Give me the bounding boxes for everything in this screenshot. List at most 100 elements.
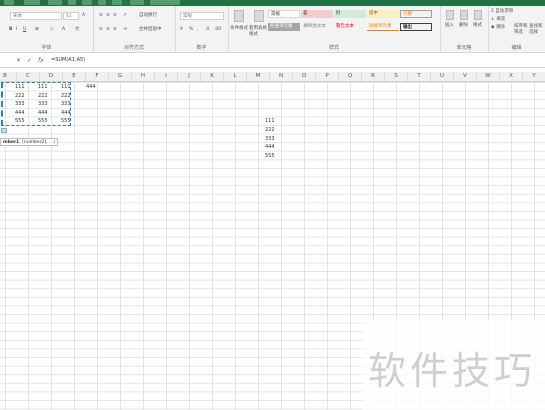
font-color-icon[interactable]: A	[62, 27, 65, 33]
column-header-u[interactable]: U	[431, 72, 454, 81]
formula-input[interactable]: =SUM(A1:A5)	[51, 57, 85, 63]
editing-group: Σ 自动求和 ↓ 填充 ◆ 清除 排序和筛选 查找和选择 编辑	[488, 6, 545, 52]
column-header-m[interactable]: M	[247, 72, 270, 81]
increase-decimal-icon[interactable]: .0	[205, 27, 209, 33]
clear-button[interactable]: ◆ 清除	[491, 25, 505, 31]
cell-m6: 222	[265, 127, 275, 133]
insert-icon	[446, 10, 454, 20]
conditional-format-icon	[234, 10, 244, 22]
alignment-group-label: 对齐方式	[123, 45, 144, 51]
column-header-s[interactable]: S	[385, 72, 408, 81]
column-header-l[interactable]: L	[224, 72, 247, 81]
ribbon: 宋体 11 A B I U ⊞ ◇ A 文 字体 ≡ ≡ ≡ ↗ 自动换行 ≡ …	[0, 6, 545, 53]
style-check[interactable]: 检查单元格	[268, 23, 300, 31]
wrap-text-button[interactable]: 自动换行	[139, 13, 157, 19]
find-select-button[interactable]: 查找和选择	[529, 24, 543, 36]
decrease-decimal-icon[interactable]: .00	[214, 27, 221, 33]
sort-filter-button[interactable]: 排序和筛选	[514, 24, 528, 36]
column-header-v[interactable]: V	[454, 72, 477, 81]
column-header-e[interactable]: E	[63, 72, 86, 81]
format-table-button[interactable]: 套用表格格式	[249, 26, 269, 38]
styles-group-label: 样式	[328, 45, 339, 51]
style-explain[interactable]: 解释性文本	[301, 23, 333, 31]
format-table-icon	[254, 10, 264, 22]
insert-function-icon[interactable]: fx	[38, 57, 44, 64]
font-group-label: 字体	[41, 45, 52, 51]
italic-icon[interactable]: I	[16, 27, 17, 33]
percent-icon[interactable]: %	[189, 27, 193, 33]
column-header-r[interactable]: R	[362, 72, 385, 81]
conditional-format-button[interactable]: 条件格式	[230, 26, 248, 32]
style-normal[interactable]: 常规	[268, 10, 300, 18]
column-header-j[interactable]: J	[178, 72, 201, 81]
align-bottom-icon[interactable]: ≡	[113, 13, 117, 19]
cell-m5: 111	[265, 118, 275, 125]
style-bad[interactable]: 差	[301, 10, 333, 18]
column-header-x[interactable]: X	[500, 72, 523, 81]
indent-icon[interactable]: ⇥	[123, 27, 127, 33]
style-neutral[interactable]: 适中	[367, 10, 399, 18]
cell-m7: 333	[265, 135, 275, 142]
align-center-icon[interactable]: ≡	[106, 27, 110, 33]
align-right-icon[interactable]: ≡	[113, 27, 117, 33]
alignment-group: ≡ ≡ ≡ ↗ 自动换行 ≡ ≡ ≡ ⇥ 合并后居中 对齐方式	[93, 6, 176, 52]
column-header-q[interactable]: Q	[339, 72, 362, 81]
column-header-t[interactable]: T	[408, 72, 431, 81]
phonetic-icon[interactable]: 文	[75, 27, 80, 33]
delete-button[interactable]: 删除	[459, 23, 468, 29]
merge-center-button[interactable]: 合并后居中	[139, 27, 162, 33]
style-output[interactable]: 输出	[400, 23, 432, 31]
style-warn[interactable]: 警告文本	[334, 23, 366, 31]
align-left-icon[interactable]: ≡	[99, 27, 103, 33]
bold-icon[interactable]: B	[9, 27, 12, 33]
column-header-i[interactable]: I	[155, 72, 178, 81]
fill-button[interactable]: ↓ 填充	[491, 17, 505, 23]
fill-color-icon[interactable]: ◇	[50, 27, 53, 33]
function-tooltip: mber1, [number2], ...)	[0, 138, 59, 146]
number-group: 常规 ¥ % , .0 .00 数字	[175, 6, 229, 52]
style-link[interactable]: 链接单元格	[367, 23, 399, 31]
column-header-b[interactable]: B	[0, 72, 17, 81]
font-name-select[interactable]: 宋体	[10, 12, 62, 20]
number-format-select[interactable]: 常规	[180, 12, 224, 20]
formula-bar: ✕ ✓ fx =SUM(A1:A5)	[0, 55, 545, 68]
column-header-c[interactable]: C	[17, 72, 40, 81]
autosum-button[interactable]: Σ 自动求和	[491, 9, 513, 15]
align-middle-icon[interactable]: ≡	[106, 13, 110, 19]
confirm-icon[interactable]: ✓	[27, 57, 32, 64]
cell-e1: 444	[86, 84, 96, 90]
column-header-k[interactable]: K	[201, 72, 224, 81]
border-icon[interactable]: ⊞	[35, 27, 39, 33]
cells-group: 插入 删除 格式 单元格	[440, 6, 489, 52]
editing-group-label: 编辑	[511, 45, 522, 51]
column-header-d[interactable]: D	[40, 72, 63, 81]
align-top-icon[interactable]: ≡	[99, 13, 103, 19]
insert-button[interactable]: 插入	[445, 23, 454, 29]
style-good[interactable]: 好	[334, 10, 366, 18]
column-header-o[interactable]: O	[293, 72, 316, 81]
column-header-f[interactable]: F	[86, 72, 109, 81]
copy-selection-border	[1, 82, 71, 126]
quick-analysis-icon[interactable]	[1, 128, 7, 133]
style-calc[interactable]: 计算	[400, 10, 432, 18]
format-button[interactable]: 格式	[473, 23, 482, 29]
cell-m8: 444	[265, 144, 275, 151]
column-header-y[interactable]: Y	[523, 72, 545, 81]
currency-icon[interactable]: ¥	[180, 27, 183, 33]
sigma-icon: Σ	[491, 9, 494, 14]
column-header-g[interactable]: G	[109, 72, 132, 81]
column-header-p[interactable]: P	[316, 72, 339, 81]
comma-icon[interactable]: ,	[197, 27, 198, 33]
grow-font-icon[interactable]: A	[82, 13, 85, 19]
cell-m9: 555	[265, 152, 275, 159]
font-size-select[interactable]: 11	[63, 12, 79, 20]
column-header-h[interactable]: H	[132, 72, 155, 81]
column-header-w[interactable]: W	[477, 72, 500, 81]
cancel-icon[interactable]: ✕	[16, 57, 21, 64]
fill-down-icon: ↓	[491, 17, 495, 22]
underline-icon[interactable]: U	[23, 27, 26, 33]
orientation-icon[interactable]: ↗	[123, 13, 127, 19]
format-icon	[474, 10, 482, 20]
font-group: 宋体 11 A B I U ⊞ ◇ A 文 字体	[0, 6, 94, 52]
column-header-n[interactable]: N	[270, 72, 293, 81]
